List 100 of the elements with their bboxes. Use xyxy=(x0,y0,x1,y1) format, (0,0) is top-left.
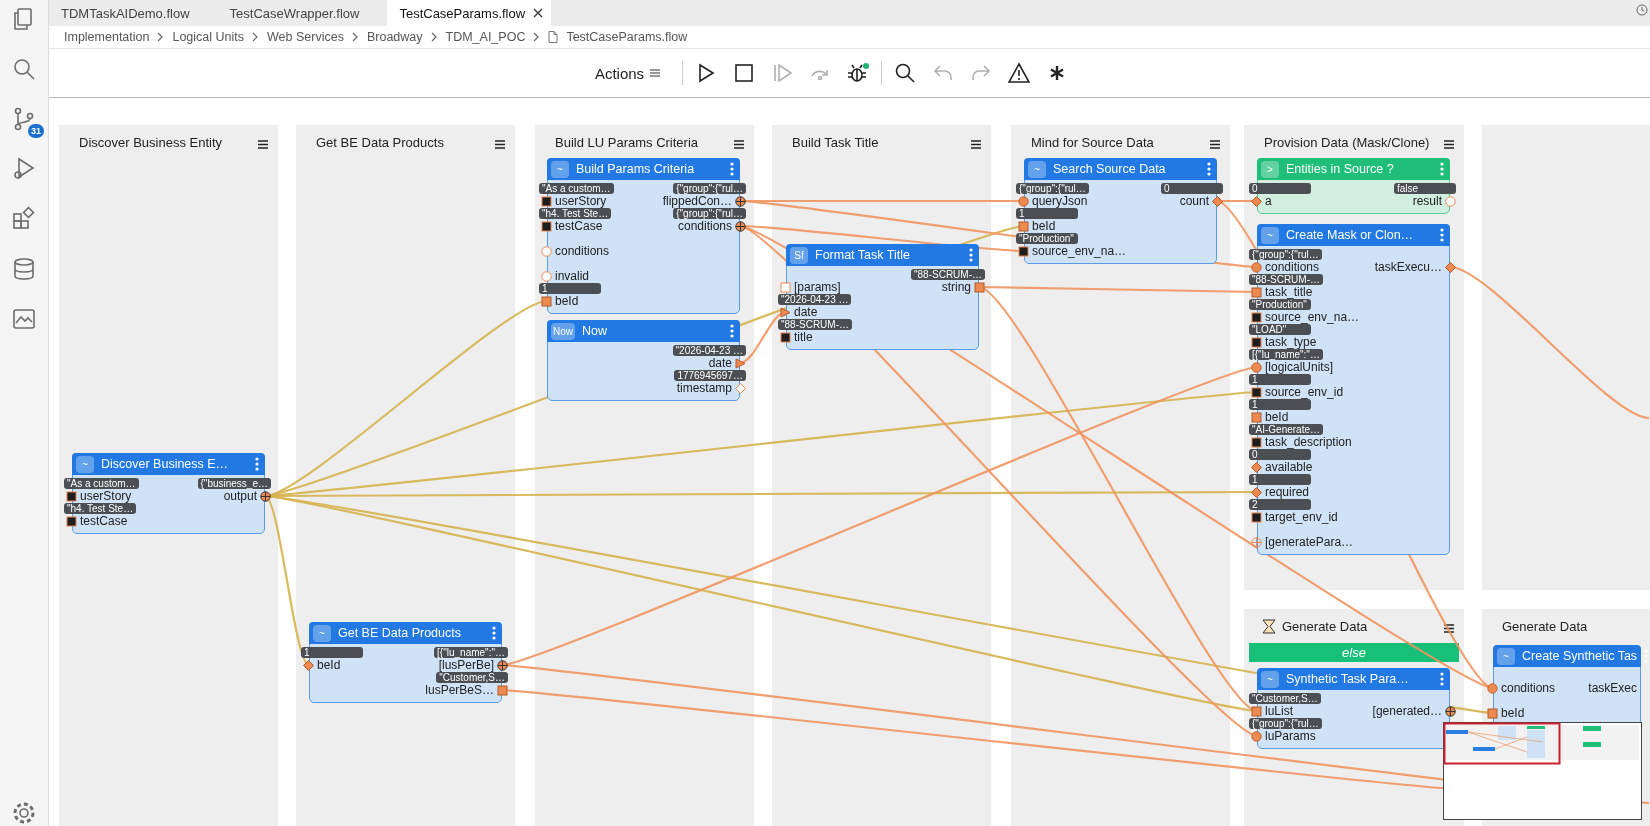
menu-icon[interactable] xyxy=(971,139,981,149)
kebab-menu-icon[interactable] xyxy=(969,248,973,262)
node-header[interactable]: Now Now xyxy=(547,320,740,342)
square-port-icon[interactable] xyxy=(780,331,791,343)
port-value: "2026-04-23 … xyxy=(672,345,746,356)
notification-count: 31 xyxy=(28,124,44,138)
extensions-icon[interactable] xyxy=(11,206,37,232)
port-label: beId xyxy=(555,294,579,308)
diamond-port-icon[interactable] xyxy=(1212,195,1223,207)
diamond-port-icon[interactable] xyxy=(735,382,746,394)
diamond-port-icon[interactable] xyxy=(1251,195,1262,207)
port-value: 1 xyxy=(539,283,601,294)
node-header[interactable]: ~ Get BE Data Products xyxy=(309,622,502,644)
database-icon[interactable] xyxy=(11,256,37,282)
lane-title: Build LU Params Criteria xyxy=(554,134,700,150)
editor-tab[interactable]: TDMTaskAIDemo.flow xyxy=(49,0,218,26)
history-icon[interactable] xyxy=(1636,4,1648,16)
minimap-drawing[interactable] xyxy=(1443,722,1642,820)
diamond-port-icon[interactable] xyxy=(1445,261,1456,273)
menu-icon[interactable] xyxy=(1210,139,1220,149)
square-port-icon[interactable] xyxy=(541,195,552,207)
kebab-menu-icon[interactable] xyxy=(730,324,734,338)
breadcrumb-item[interactable]: TDM_AI_POC xyxy=(445,30,526,44)
port-label: a xyxy=(1265,194,1272,208)
crosshair-port-icon[interactable] xyxy=(735,195,746,207)
kebab-menu-icon[interactable] xyxy=(730,162,734,176)
port-label: task_description xyxy=(1265,435,1352,449)
port-label: target_env_id xyxy=(1265,510,1338,524)
square-port-icon[interactable] xyxy=(66,515,77,527)
triangle-port-icon[interactable] xyxy=(735,357,746,369)
menu-icon[interactable] xyxy=(258,139,268,149)
editor-tab[interactable]: TestCaseWrapper.flow xyxy=(217,0,388,26)
kebab-menu-icon[interactable] xyxy=(492,626,496,640)
warning-icon[interactable] xyxy=(1006,60,1033,86)
kebab-menu-icon[interactable] xyxy=(1440,162,1444,176)
square-port-icon[interactable] xyxy=(541,220,552,232)
crosshair-port-icon[interactable] xyxy=(497,659,508,671)
port-label: conditions xyxy=(677,219,732,233)
port-label: conditions xyxy=(555,244,610,258)
node-header[interactable]: Sf Format Task Title xyxy=(786,244,979,266)
breadcrumb-item[interactable]: Implementation xyxy=(64,30,150,44)
circle-port-icon[interactable] xyxy=(1018,195,1029,207)
node-header[interactable]: ~ Build Params Criteria xyxy=(547,158,740,180)
actions-menu[interactable]: Actions xyxy=(588,63,667,83)
breadcrumb-item[interactable]: Web Services xyxy=(267,30,344,44)
kebab-menu-icon[interactable] xyxy=(1207,162,1211,176)
port-label: luParams xyxy=(1265,729,1316,743)
node-header[interactable]: ~ Discover Business E… xyxy=(72,453,265,475)
circle-port-icon[interactable] xyxy=(1251,361,1262,373)
port-label: beId xyxy=(1032,219,1056,233)
port-value: 0 xyxy=(1249,449,1311,460)
node-header[interactable]: ~ Create Mask or Clon… xyxy=(1257,224,1450,246)
breadcrumb-item[interactable]: Broadway xyxy=(366,30,423,44)
diamond-port-icon[interactable] xyxy=(1251,461,1262,473)
node-type-label: ~ xyxy=(76,455,94,473)
port-label: testCase xyxy=(555,219,603,233)
circle-port-icon[interactable] xyxy=(1487,682,1498,694)
square-port-icon[interactable] xyxy=(66,490,77,502)
menu-icon[interactable] xyxy=(495,139,505,149)
settings-icon[interactable] xyxy=(11,800,37,826)
hourglass-icon xyxy=(1262,618,1276,634)
node-header[interactable]: ~ Synthetic Task Para… xyxy=(1257,668,1450,690)
menu-icon[interactable] xyxy=(1444,139,1454,149)
diamond-port-icon[interactable] xyxy=(1251,486,1262,498)
square-port-icon[interactable] xyxy=(1251,311,1262,323)
run-debug-icon[interactable] xyxy=(11,156,37,182)
kebab-menu-icon[interactable] xyxy=(255,457,259,471)
diamond-port-icon[interactable] xyxy=(303,659,314,671)
port-value: "Production" xyxy=(1016,233,1078,244)
menu-icon[interactable] xyxy=(734,139,744,149)
close-icon[interactable] xyxy=(533,8,544,18)
circle-port-icon[interactable] xyxy=(1251,261,1262,273)
lane-title: Provision Data (Mask/Clone) xyxy=(1263,134,1431,150)
crosshair-port-icon[interactable] xyxy=(260,490,271,502)
menu-icon[interactable] xyxy=(1444,623,1454,633)
crosshair-port-icon[interactable] xyxy=(735,220,746,232)
circle-port-icon[interactable] xyxy=(1251,730,1262,742)
square-port-icon[interactable] xyxy=(1251,511,1262,523)
port-value: "As a custom… xyxy=(539,183,614,194)
port-label: luList xyxy=(1265,704,1293,718)
crosshair-port-icon[interactable] xyxy=(1445,705,1456,717)
square-port-icon[interactable] xyxy=(1251,436,1262,448)
kebab-menu-icon[interactable] xyxy=(1440,672,1444,686)
editor-tab[interactable]: TestCaseParams.flow xyxy=(387,0,552,26)
port-value: {"group":{"rul… xyxy=(673,183,746,194)
kebab-menu-icon[interactable] xyxy=(1440,228,1444,242)
node-header[interactable]: ~ Search Source Data xyxy=(1024,158,1217,180)
square-port-icon[interactable] xyxy=(1018,245,1029,257)
triangle-port-icon[interactable] xyxy=(780,306,791,318)
chart-icon[interactable] xyxy=(11,306,37,332)
square-port-icon[interactable] xyxy=(1251,336,1262,348)
port-label: lusPerBeS… xyxy=(425,683,494,697)
breadcrumb-item[interactable]: Logical Units xyxy=(172,30,245,44)
port-value: "h4. Test Ste… xyxy=(539,208,612,219)
port-label: beId xyxy=(1501,706,1525,720)
square-port-icon[interactable] xyxy=(1251,386,1262,398)
breadcrumb-item[interactable]: TestCaseParams.flow xyxy=(566,30,688,44)
port-value: "h4. Test Ste… xyxy=(64,503,137,514)
port-value: {"business_e… xyxy=(197,478,271,489)
port-value: {"group":{"rul… xyxy=(673,208,746,219)
